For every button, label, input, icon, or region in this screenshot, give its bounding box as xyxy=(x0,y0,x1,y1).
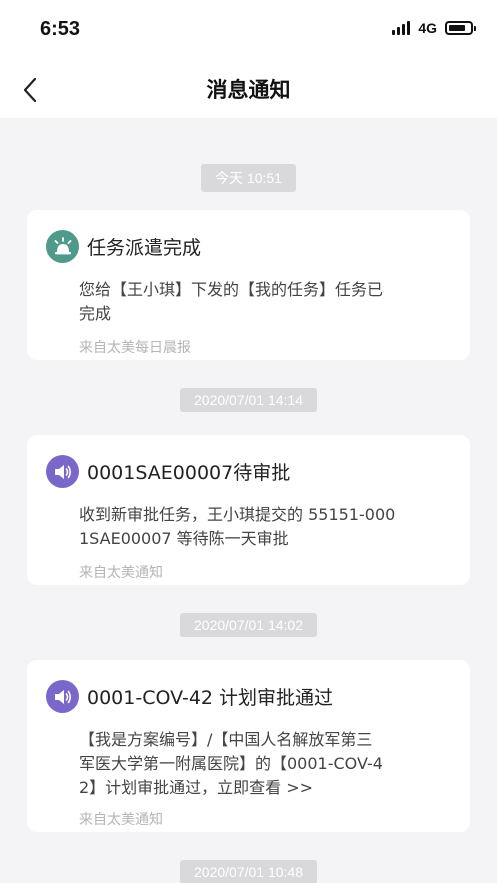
network-type: 4G xyxy=(418,20,437,36)
battery-level xyxy=(449,25,465,31)
status-bar: 6:53 4G xyxy=(0,0,497,62)
timestamp-badge: 今天 10:51 xyxy=(0,164,497,192)
message-body: 您给【王小琪】下发的【我的任务】任务已 完成 xyxy=(79,280,384,323)
message-source: 来自太美通知 xyxy=(79,812,163,828)
message-card[interactable]: 任务派遣完成 您给【王小琪】下发的【我的任务】任务已 完成 来自太美每日晨报 xyxy=(27,210,470,360)
speaker-icon xyxy=(46,455,79,488)
message-body: 收到新审批任务，王小琪提交的 55151-000 1SAE00007 等待陈一天… xyxy=(79,505,396,548)
message-header: 任务派遣完成 xyxy=(46,230,201,263)
timestamp-badge: 2020/07/01 14:02 xyxy=(0,613,497,637)
message-card[interactable]: 0001-COV-42 计划审批通过 【我是方案编号】/【中国人名解放军第三 军… xyxy=(27,660,470,832)
message-header: 0001SAE00007待审批 xyxy=(46,455,290,488)
alarm-icon xyxy=(46,230,79,263)
speaker-icon xyxy=(46,680,79,713)
message-list[interactable]: 今天 10:51 任务派遣完成 您给【王小琪】下发的【我的任务】任务已 完成 来… xyxy=(0,118,497,883)
message-card[interactable]: 0001SAE00007待审批 收到新审批任务，王小琪提交的 55151-000… xyxy=(27,435,470,585)
battery-icon xyxy=(445,21,476,35)
message-title: 0001SAE00007待审批 xyxy=(87,462,291,484)
message-header: 0001-COV-42 计划审批通过 xyxy=(46,680,333,713)
message-body: 【我是方案编号】/【中国人名解放军第三 军医大学第一附属医院】的【0001-CO… xyxy=(79,728,446,800)
signal-icon xyxy=(392,21,411,35)
message-title: 任务派遣完成 xyxy=(87,237,202,259)
message-title: 0001-COV-42 计划审批通过 xyxy=(87,687,334,709)
message-source: 来自太美每日晨报 xyxy=(79,340,191,356)
view-now-link[interactable]: 2】计划审批通过，立即查看 >> xyxy=(79,776,446,800)
message-source: 来自太美通知 xyxy=(79,565,163,581)
nav-bar: 消息通知 xyxy=(0,62,497,118)
status-time: 6:53 xyxy=(40,18,81,40)
status-indicators: 4G xyxy=(392,20,476,36)
timestamp-badge: 2020/07/01 14:14 xyxy=(0,388,497,412)
page-title: 消息通知 xyxy=(206,78,291,102)
timestamp-badge: 2020/07/01 10:48 xyxy=(0,860,497,883)
